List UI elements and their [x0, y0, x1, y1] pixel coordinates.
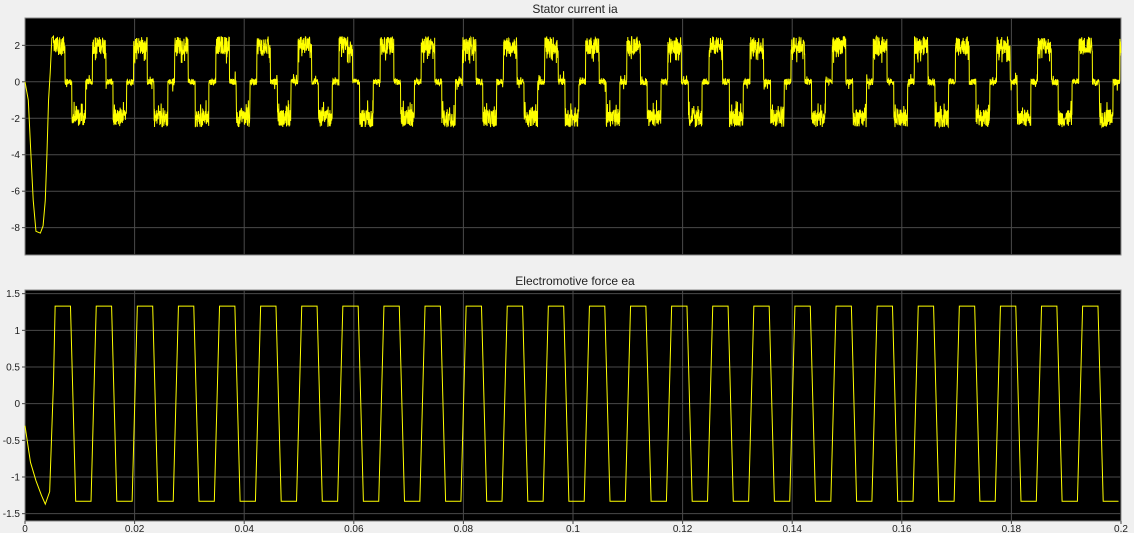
scope-figure: Stator current ia 2 0 -2 -4 -6 -8 Electromoti… [0, 0, 1134, 533]
y-tick-label: -4 [11, 150, 20, 161]
y-tick-label: 0.5 [6, 363, 20, 374]
y-tick-label: -8 [11, 223, 20, 234]
x-tick-label: 0.2 [1114, 524, 1128, 533]
y-tick-label: 0 [14, 77, 20, 88]
x-tick-label: 0.08 [454, 524, 474, 533]
y-tick-label: -1 [11, 473, 20, 484]
x-tick-label: 0.06 [344, 524, 364, 533]
panel-stator-current: Stator current ia 2 0 -2 -4 -6 -8 [11, 2, 1122, 256]
panel-emf: Electromotive force ea 1.5 1 0.5 0 -0.5 -1 -1.… [3, 274, 1129, 533]
y-tick-label: 2 [14, 41, 20, 52]
y-tick-label: 1 [14, 326, 20, 337]
x-tick-label: 0 [22, 524, 28, 533]
y-tick-label: -6 [11, 187, 20, 198]
y-tick-label: 0 [14, 399, 20, 410]
y-tick-label: -0.5 [3, 436, 21, 447]
x-tick-label: 0.12 [673, 524, 693, 533]
x-tick-label: 0.02 [125, 524, 145, 533]
x-tick-label: 0.14 [782, 524, 802, 533]
x-tick-label: 0.18 [1002, 524, 1022, 533]
x-tick-label: 0.1 [566, 524, 580, 533]
panel-title-stator-current: Stator current ia [532, 2, 618, 16]
y-tick-label: -2 [11, 114, 20, 125]
y-tick-label: -1.5 [3, 509, 21, 520]
y-tick-label: 1.5 [6, 289, 20, 300]
x-tick-label: 0.04 [234, 524, 254, 533]
x-tick-label: 0.16 [892, 524, 912, 533]
panel-title-emf: Electromotive force ea [515, 274, 635, 288]
